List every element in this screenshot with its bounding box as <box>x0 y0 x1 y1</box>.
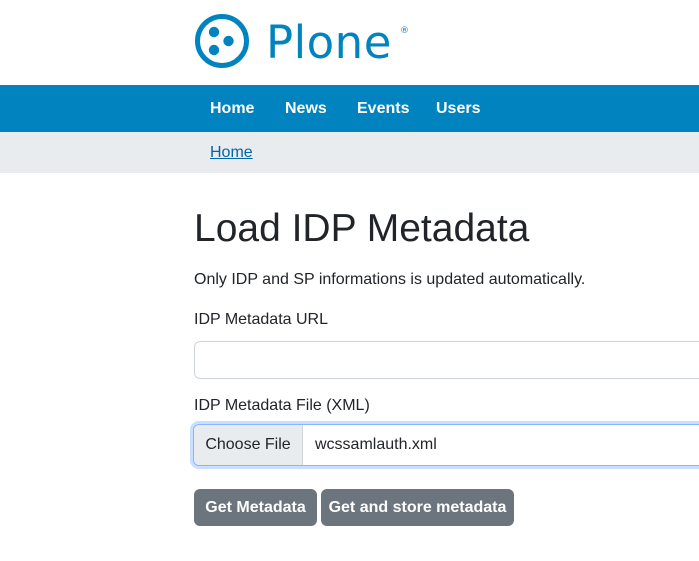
main-navigation: Home News Events Users <box>0 85 699 132</box>
breadcrumb-home-link[interactable]: Home <box>210 132 253 173</box>
site-header: Plone ® <box>0 0 699 85</box>
page-description: Only IDP and SP informations is updated … <box>194 271 586 288</box>
idp-metadata-url-input[interactable] <box>194 341 699 379</box>
nav-item-home[interactable]: Home <box>210 85 254 132</box>
nav-item-users[interactable]: Users <box>436 85 480 132</box>
selected-file-name: wcssamlauth.xml <box>315 436 437 453</box>
breadcrumb: Home <box>0 132 699 173</box>
plone-logo-icon <box>195 14 249 68</box>
brand-name: Plone <box>266 15 392 69</box>
url-field-label: IDP Metadata URL <box>194 311 328 328</box>
page-title: Load IDP Metadata <box>194 207 530 250</box>
nav-item-events[interactable]: Events <box>357 85 409 132</box>
get-and-store-metadata-button[interactable]: Get and store metadata <box>321 489 514 526</box>
site-logo[interactable]: Plone ® <box>194 13 409 69</box>
nav-item-news[interactable]: News <box>285 85 327 132</box>
registered-mark: ® <box>400 26 409 36</box>
idp-metadata-file-input[interactable]: Choose File wcssamlauth.xml <box>193 424 699 466</box>
choose-file-button[interactable]: Choose File <box>194 425 303 465</box>
get-metadata-button[interactable]: Get Metadata <box>194 489 317 526</box>
file-field-label: IDP Metadata File (XML) <box>194 397 370 414</box>
